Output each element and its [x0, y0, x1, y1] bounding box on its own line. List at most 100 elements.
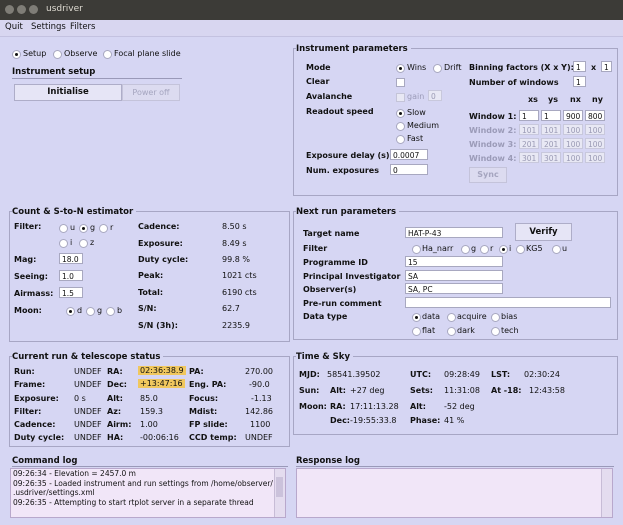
status-cadence-value: UNDEF: [74, 420, 102, 429]
mode-wins-radio[interactable]: [396, 64, 405, 73]
window-2-ny-input[interactable]: 100: [585, 124, 605, 135]
sync-button[interactable]: Sync: [469, 167, 507, 183]
command-log-scrollbar-thumb[interactable]: [276, 477, 283, 497]
focal-plane-slide-radio[interactable]: [103, 50, 112, 59]
observe-radio[interactable]: [53, 50, 62, 59]
observers-label: Observer(s): [303, 285, 357, 294]
window-4-xs-input[interactable]: 301: [519, 152, 539, 163]
mode-label: Mode: [306, 63, 331, 72]
peak-value: 1021 cts: [222, 271, 257, 280]
window-2-label: Window 2:: [469, 126, 517, 135]
sn-3h-value: 2235.9: [222, 321, 250, 330]
window-3-ny-input[interactable]: 100: [585, 138, 605, 149]
verify-button[interactable]: Verify: [515, 223, 572, 241]
at-18-label: At -18:: [491, 386, 522, 395]
datatype-bias-radio[interactable]: [491, 313, 500, 322]
command-log-textarea[interactable]: 09:26:34 - Elevation = 2457.0 m 09:26:35…: [10, 468, 286, 518]
window-2-ys-input[interactable]: 101: [541, 124, 561, 135]
window-2-xs-input[interactable]: 101: [519, 124, 539, 135]
setup-radio[interactable]: [12, 50, 21, 59]
pre-run-comment-input[interactable]: [405, 297, 611, 308]
gain-input[interactable]: 0: [428, 90, 442, 101]
status-ra-label: RA:: [107, 367, 123, 376]
window-3-nx-input[interactable]: 100: [563, 138, 583, 149]
filter-g-radio[interactable]: [461, 245, 470, 254]
datatype-data-radio[interactable]: [412, 313, 421, 322]
bin-y-input[interactable]: 1: [601, 61, 612, 72]
sets-value: 11:31:08: [444, 386, 480, 395]
window-4-ny-input[interactable]: 100: [585, 152, 605, 163]
window-1-ny-input[interactable]: 800: [585, 110, 605, 121]
moon-dec-value: -19:55:33.8: [350, 416, 397, 425]
status-airm-label: Airm:: [107, 420, 132, 429]
menu-settings[interactable]: Settings: [31, 22, 66, 32]
avalanche-checkbox[interactable]: [396, 93, 405, 102]
bin-x-input[interactable]: 1: [573, 61, 586, 72]
estimator-filter-i-radio[interactable]: [59, 239, 68, 248]
moon-b-radio[interactable]: [106, 307, 115, 316]
programme-id-input[interactable]: 15: [405, 256, 503, 267]
menu-filters[interactable]: Filters: [70, 22, 95, 32]
readout-fast-radio[interactable]: [396, 135, 405, 144]
moon-g-radio[interactable]: [86, 307, 95, 316]
initialise-button[interactable]: Initialise: [14, 84, 122, 101]
menu-quit[interactable]: Quit: [5, 22, 23, 32]
window-2-nx-input[interactable]: 100: [563, 124, 583, 135]
window-1-nx-input[interactable]: 900: [563, 110, 583, 121]
num-exposures-label: Num. exposures: [306, 166, 379, 175]
response-log-scrollbar[interactable]: [601, 469, 612, 517]
datatype-flat-radio[interactable]: [412, 327, 421, 336]
filter-u-label: u: [562, 244, 568, 253]
window-1-ys-input[interactable]: 1: [541, 110, 561, 121]
pi-input[interactable]: SA: [405, 270, 503, 281]
readout-slow-radio[interactable]: [396, 109, 405, 118]
window-4-nx-input[interactable]: 100: [563, 152, 583, 163]
close-window-button[interactable]: [5, 5, 14, 14]
command-log-line: .usdriver/settings.xml: [13, 488, 95, 497]
readout-medium-radio[interactable]: [396, 122, 405, 131]
sun-label: Sun:: [299, 386, 320, 395]
status-eng-pa-value: -90.0: [249, 380, 270, 389]
estimator-filter-u-radio[interactable]: [59, 224, 68, 233]
window-3-xs-input[interactable]: 201: [519, 138, 539, 149]
status-mdist-label: Mdist:: [189, 407, 218, 416]
observers-input[interactable]: SA, PC: [405, 283, 503, 294]
airmass-input[interactable]: 1.5: [59, 287, 83, 298]
clear-checkbox[interactable]: [396, 78, 405, 87]
seeing-input[interactable]: 1.0: [59, 270, 83, 281]
datatype-acquire-radio[interactable]: [447, 313, 456, 322]
maximize-window-button[interactable]: [29, 5, 38, 14]
num-exposures-input[interactable]: 0: [390, 164, 428, 175]
minimize-window-button[interactable]: [17, 5, 26, 14]
command-log-scrollbar[interactable]: [274, 469, 285, 517]
mode-drift-label: Drift: [444, 63, 462, 72]
peak-label: Peak:: [138, 271, 164, 280]
datatype-dark-radio[interactable]: [447, 327, 456, 336]
estimator-filter-g-radio[interactable]: [79, 224, 88, 233]
estimator-filter-r-radio[interactable]: [99, 224, 108, 233]
filter-i-radio[interactable]: [499, 245, 508, 254]
exposure-delay-label: Exposure delay (s): [306, 151, 390, 160]
mag-input[interactable]: 18.0: [59, 253, 83, 264]
estimator-filter-g-label: g: [90, 223, 96, 232]
readout-slow-label: Slow: [407, 108, 426, 117]
exposure-delay-input[interactable]: 0.0007: [390, 149, 428, 160]
num-windows-input[interactable]: 1: [573, 76, 586, 87]
filter-kg5-radio[interactable]: [516, 245, 525, 254]
window-titlebar: usdriver: [0, 0, 623, 20]
response-log-textarea[interactable]: [296, 468, 613, 518]
datatype-tech-radio[interactable]: [491, 327, 500, 336]
status-az-value: 159.3: [140, 407, 163, 416]
target-name-input[interactable]: HAT-P-43: [405, 227, 503, 238]
power-off-button[interactable]: Power off: [122, 84, 180, 101]
filter-r-radio[interactable]: [480, 245, 489, 254]
window-4-ys-input[interactable]: 301: [541, 152, 561, 163]
moon-d-radio[interactable]: [66, 307, 75, 316]
filter-u-radio[interactable]: [552, 245, 561, 254]
window-1-xs-input[interactable]: 1: [519, 110, 539, 121]
filter-ha-narr-radio[interactable]: [412, 245, 421, 254]
window-3-label: Window 3:: [469, 140, 517, 149]
mode-drift-radio[interactable]: [433, 64, 442, 73]
estimator-filter-z-radio[interactable]: [79, 239, 88, 248]
window-3-ys-input[interactable]: 201: [541, 138, 561, 149]
